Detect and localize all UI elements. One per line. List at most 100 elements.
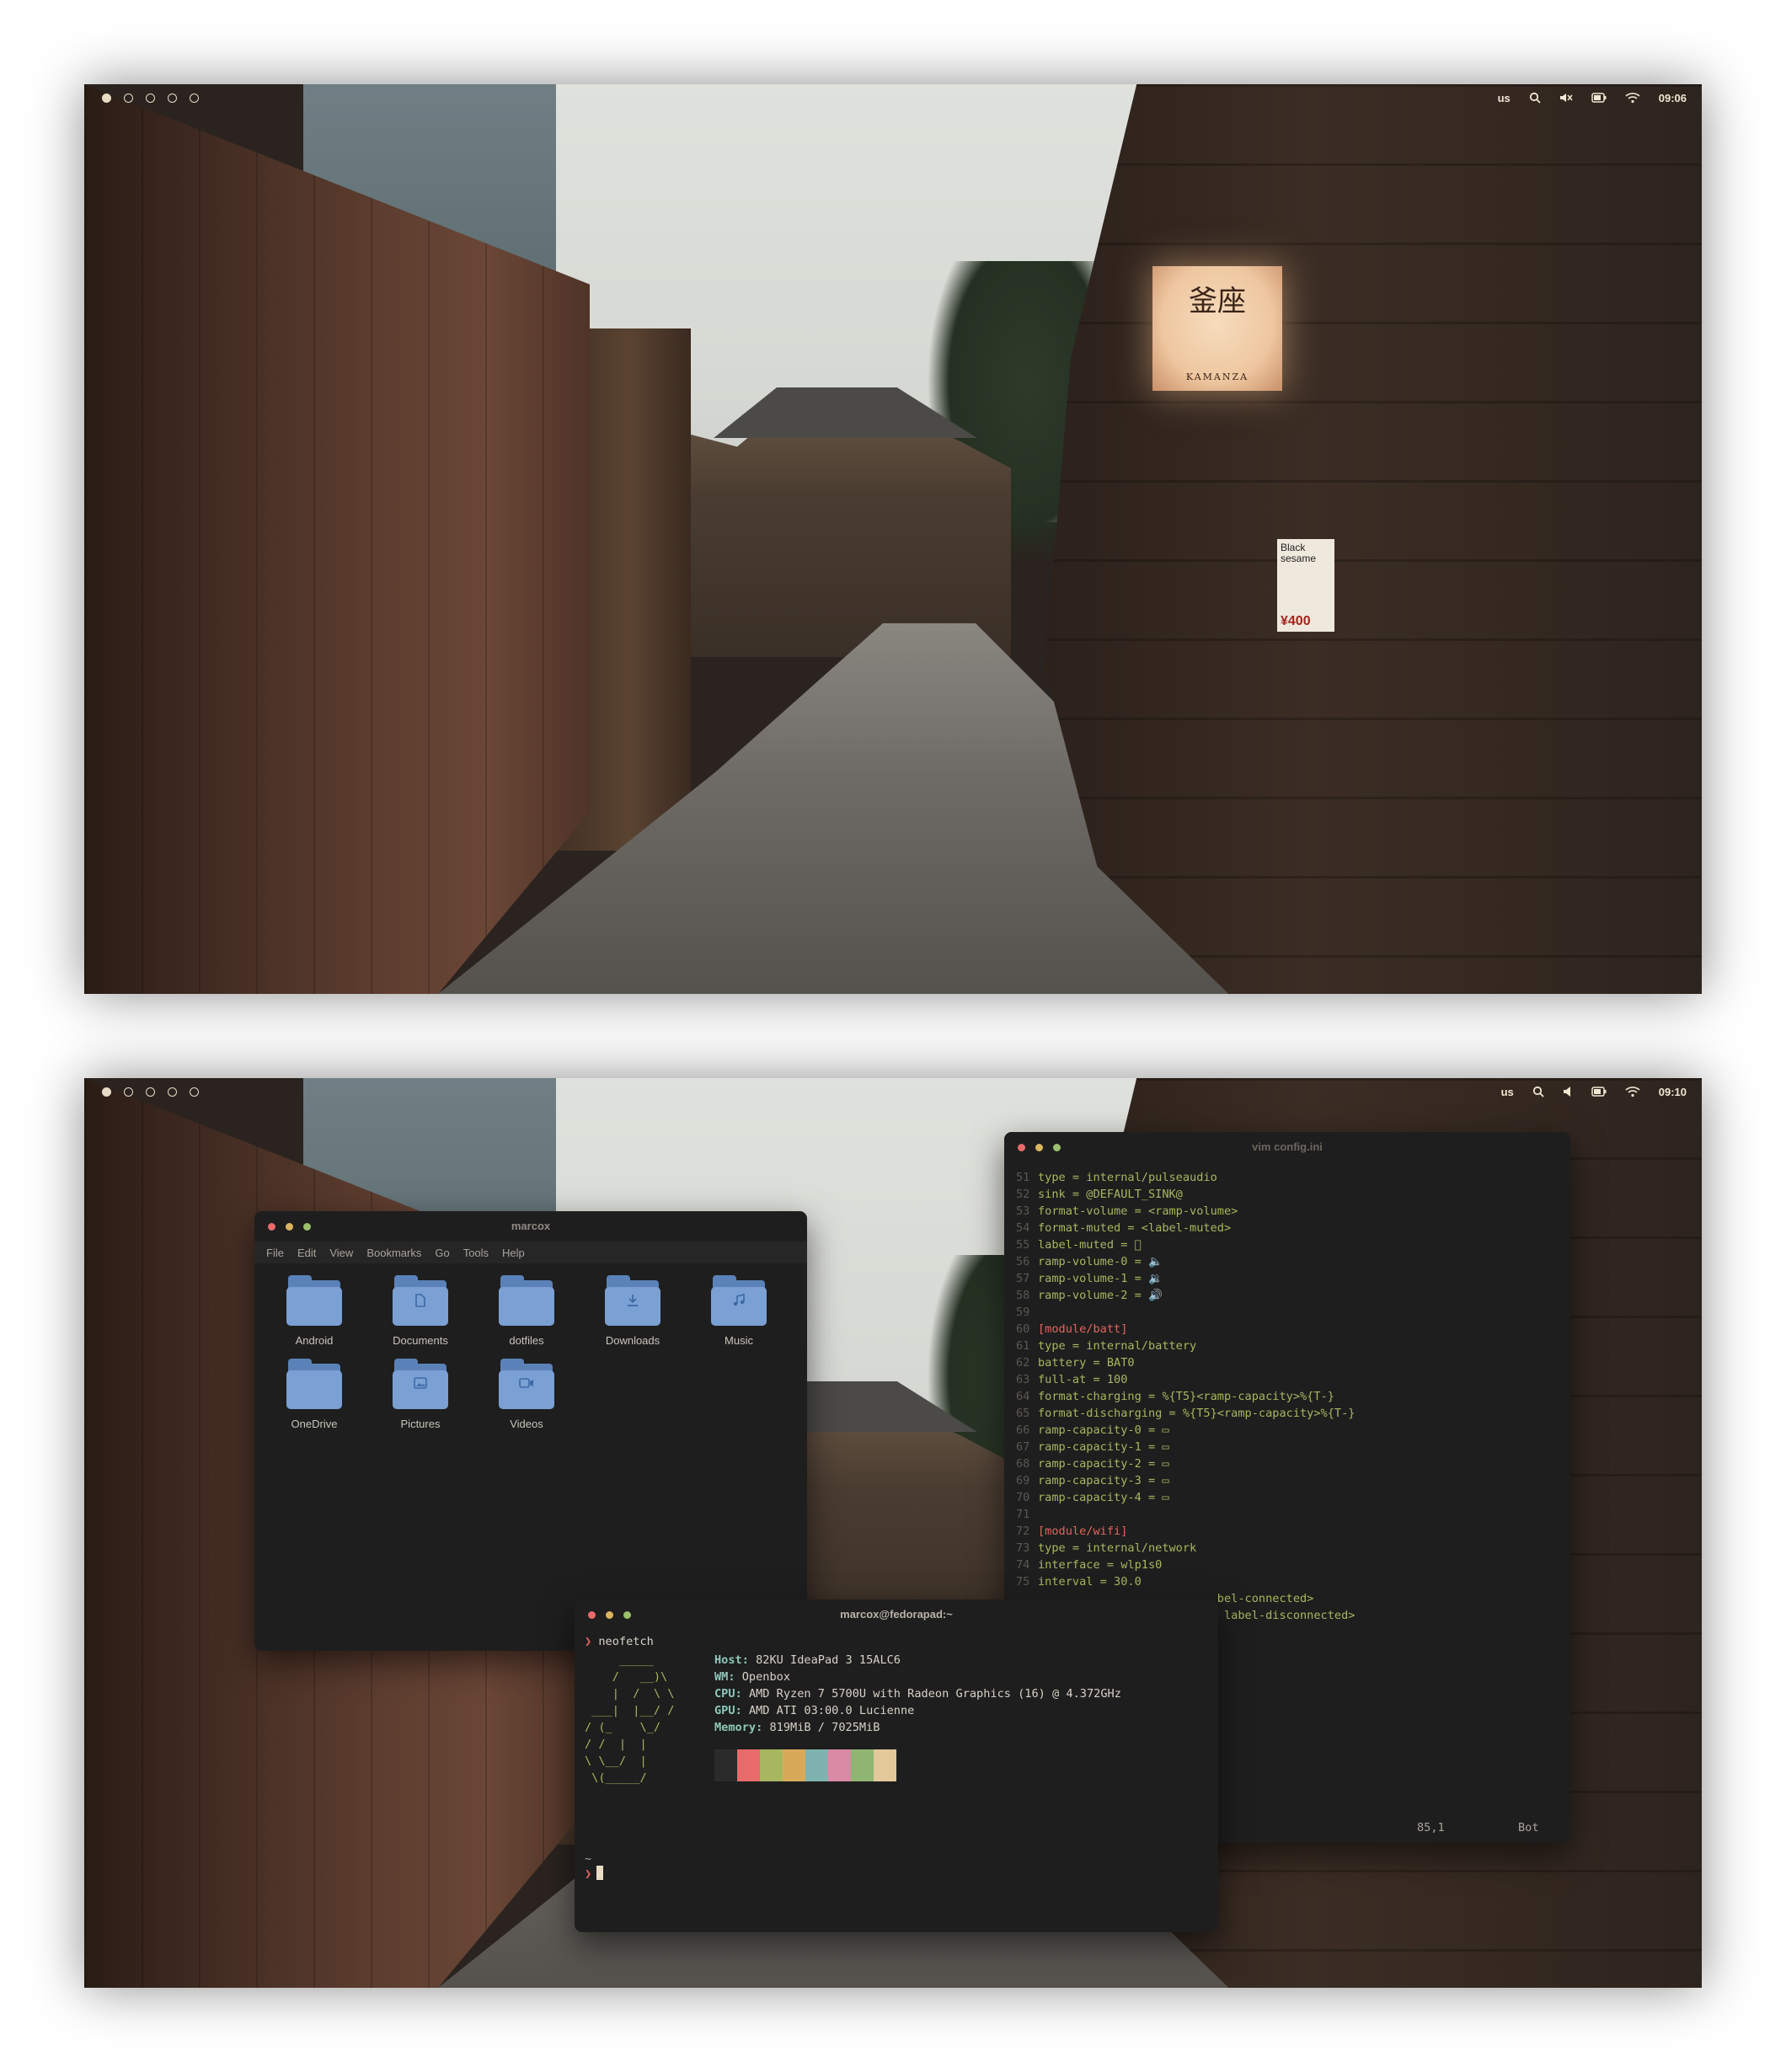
volume-muted-icon[interactable] [1559, 92, 1573, 104]
system-tray: us 09:10 [1501, 1082, 1687, 1101]
folder-videos[interactable]: Videos [473, 1359, 580, 1430]
vim-titlebar[interactable]: vim config.ini [1004, 1132, 1570, 1162]
line-number: 70 [1016, 1491, 1030, 1504]
folder-label: Downloads [605, 1334, 660, 1347]
clock[interactable]: 09:06 [1659, 92, 1687, 104]
menu-item-file[interactable]: File [266, 1247, 284, 1259]
folder-label: OneDrive [291, 1418, 338, 1430]
poster-price: ¥400 [1281, 614, 1311, 628]
file-manager-title: marcox [511, 1220, 551, 1232]
folder-dotfiles[interactable]: dotfiles [473, 1275, 580, 1347]
folder-icon [499, 1275, 554, 1326]
info-value: AMD ATI 03:00.0 Lucienne [748, 1704, 915, 1717]
line-number: 54 [1016, 1221, 1030, 1235]
line-number: 68 [1016, 1457, 1030, 1471]
code-line: 53 format-volume = <ramp-volume> [1016, 1203, 1570, 1220]
menu-item-go[interactable]: Go [435, 1247, 449, 1259]
line-number: 65 [1016, 1407, 1030, 1420]
line-text: ramp-volume-1 = 🔉 [1038, 1272, 1163, 1285]
terminal-title: marcox@fedorapad:~ [840, 1608, 953, 1621]
workspace-2[interactable] [124, 93, 133, 103]
workspace-2[interactable] [124, 1087, 133, 1097]
line-number: 67 [1016, 1440, 1030, 1454]
code-line: 62 battery = BAT0 [1016, 1354, 1570, 1371]
battery-icon[interactable] [1591, 1087, 1607, 1097]
line-number: 56 [1016, 1255, 1030, 1268]
cwd-tilde: ~ [585, 1852, 592, 1866]
line-text: [module/batt] [1038, 1322, 1128, 1336]
terminal-output[interactable]: ❯ neofetch _____ / __)\ | / \ \ ___| |__… [575, 1630, 1218, 1920]
folder-label: Music [725, 1334, 753, 1347]
workspace-4[interactable] [168, 93, 177, 103]
line-text: battery = BAT0 [1038, 1356, 1135, 1370]
active-prompt[interactable]: ❯ [585, 1866, 604, 1882]
color-swatch [805, 1749, 828, 1781]
keyboard-layout[interactable]: us [1498, 92, 1511, 104]
volume-icon[interactable] [1563, 1086, 1573, 1097]
line-number: 75 [1016, 1575, 1030, 1589]
workspace-3[interactable] [146, 1087, 155, 1097]
folder-onedrive[interactable]: OneDrive [261, 1359, 367, 1430]
cursor-position: 85,1 [1417, 1821, 1445, 1834]
command-text: neofetch [598, 1635, 654, 1648]
line-text: format-discharging = %{T5}<ramp-capacity… [1038, 1407, 1356, 1420]
line-number: 73 [1016, 1541, 1030, 1555]
color-swatch [828, 1749, 851, 1781]
terminal-window[interactable]: marcox@fedorapad:~ ❯ neofetch _____ / __… [575, 1599, 1218, 1932]
keyboard-layout[interactable]: us [1501, 1086, 1514, 1098]
vim-buffer[interactable]: 51 type = internal/pulseaudio 52 sink = @DE… [1004, 1162, 1570, 1624]
folder-label: dotfiles [509, 1334, 544, 1347]
line-text: type = internal/battery [1038, 1339, 1197, 1353]
line-text: label-muted = 󰖁 [1038, 1238, 1142, 1252]
folder-pictures[interactable]: Pictures [367, 1359, 473, 1430]
color-swatch [851, 1749, 874, 1781]
system-info: Host: 82KU IdeaPad 3 15ALC6 WM: Openbox CP… [714, 1652, 1121, 1736]
lantern-sign: 釜座 KAMANZA [1152, 266, 1282, 391]
folder-label: Documents [393, 1334, 448, 1347]
workspace-4[interactable] [168, 1087, 177, 1097]
menu-bar: File Edit View Bookmarks Go Tools Help [254, 1242, 807, 1263]
workspace-1[interactable] [102, 1087, 111, 1097]
terminal-titlebar[interactable]: marcox@fedorapad:~ [575, 1599, 1218, 1630]
search-icon[interactable] [1532, 1086, 1544, 1097]
battery-icon[interactable] [1591, 93, 1607, 103]
wifi-icon[interactable] [1625, 92, 1640, 104]
music-folder-icon [711, 1275, 767, 1326]
menu-item-bookmarks[interactable]: Bookmarks [366, 1247, 421, 1259]
vim-title: vim config.ini [1252, 1140, 1323, 1153]
workspace-5[interactable] [190, 1087, 199, 1097]
file-manager-window[interactable]: marcox File Edit View Bookmarks Go Tools Help … [254, 1211, 807, 1651]
line-text: ramp-volume-0 = 🔈 [1038, 1255, 1163, 1268]
folder-documents[interactable]: Documents [367, 1275, 473, 1347]
line-number: 63 [1016, 1373, 1030, 1386]
line-text: full-at = 100 [1038, 1373, 1128, 1386]
color-swatch [737, 1749, 760, 1781]
color-palette [714, 1749, 896, 1781]
menu-item-view[interactable]: View [329, 1247, 353, 1259]
wifi-icon[interactable] [1625, 1086, 1640, 1097]
menu-item-tools[interactable]: Tools [463, 1247, 489, 1259]
search-icon[interactable] [1529, 92, 1541, 104]
workspace-5[interactable] [190, 93, 199, 103]
info-value: AMD Ryzen 7 5700U with Radeon Graphics (… [748, 1687, 1121, 1701]
info-key: GPU [714, 1704, 735, 1717]
workspace-3[interactable] [146, 93, 155, 103]
download-folder-icon [605, 1275, 660, 1326]
info-row-memory: Memory: 819MiB / 7025MiB [714, 1721, 880, 1734]
clock[interactable]: 09:10 [1659, 1086, 1687, 1098]
fedora-ascii-logo: _____ / __)\ | / \ \ ___| |__/ / / (_ \_… [585, 1653, 675, 1785]
scroll-position: Bot [1518, 1821, 1539, 1834]
folder-android[interactable]: Android [261, 1275, 367, 1347]
info-key: Memory [714, 1721, 757, 1734]
file-manager-titlebar[interactable]: marcox [254, 1211, 807, 1242]
line-text: format-volume = <ramp-volume> [1038, 1204, 1238, 1218]
info-value: 82KU IdeaPad 3 15ALC6 [756, 1653, 901, 1667]
line-text: ramp-volume-2 = 🔊 [1038, 1289, 1163, 1302]
menu-item-edit[interactable]: Edit [297, 1247, 316, 1259]
workspace-indicators [102, 1087, 199, 1097]
menu-item-help[interactable]: Help [502, 1247, 525, 1259]
folder-downloads[interactable]: Downloads [580, 1275, 686, 1347]
line-text: [module/wifi] [1038, 1525, 1128, 1538]
workspace-1[interactable] [102, 93, 111, 103]
folder-music[interactable]: Music [686, 1275, 792, 1347]
